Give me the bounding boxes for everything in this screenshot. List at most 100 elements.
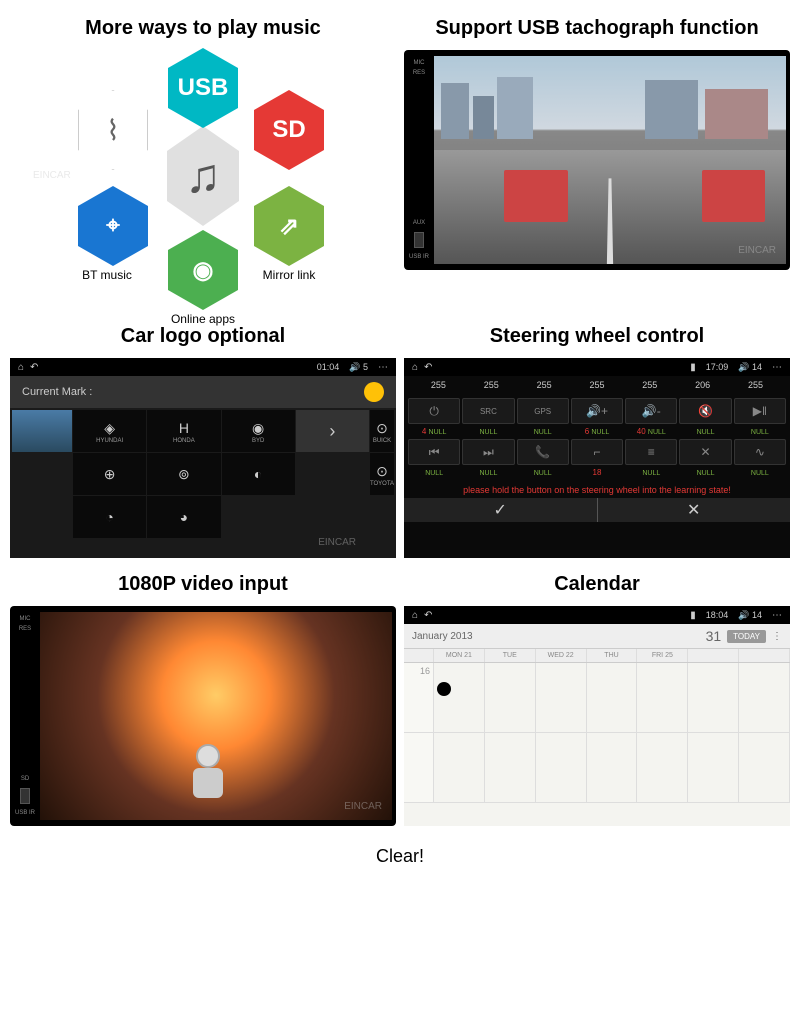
- calendar-cell[interactable]: [536, 733, 587, 803]
- logo-item[interactable]: ⊕: [73, 453, 146, 495]
- volume-icon: 🔊 14: [738, 610, 762, 621]
- calendar-day-header[interactable]: WED 22: [536, 649, 587, 662]
- carlogo-screen: ⌂ ↶ 01:04 🔊 5 ⋯ Current Mark : ◈HYUNDAI …: [10, 358, 396, 558]
- android-status-bar: ⌂ ↶ 01:04 🔊 5 ⋯: [10, 358, 396, 376]
- swc-src-button[interactable]: SRC: [462, 398, 514, 424]
- back-icon[interactable]: ↶: [424, 610, 432, 621]
- vehicle-icon: [702, 170, 765, 222]
- swc-next-button[interactable]: ⏭: [462, 439, 514, 465]
- back-icon[interactable]: ↶: [30, 362, 38, 373]
- music-icon-hexagons: ♫ USB SD ⇗ ◉ ⌖ ⌇ BT music Online apps Mi…: [23, 50, 383, 310]
- back-icon[interactable]: ↶: [424, 362, 432, 373]
- bezel-mic-label: MIC: [407, 58, 431, 68]
- calendar-cell[interactable]: [434, 663, 485, 733]
- calendar-month-label[interactable]: January 2013: [412, 631, 473, 642]
- swc-prev-button[interactable]: ⏮: [408, 439, 460, 465]
- swc-playpause-button[interactable]: ▶‖: [734, 398, 786, 424]
- logo-item[interactable]: ◔: [73, 496, 146, 538]
- swc-screen: ⌂ ↶ ▮ 17:09 🔊 14 ⋯ 255 255 255 255 255 2…: [404, 358, 790, 558]
- calendar-row: [404, 733, 790, 803]
- swc-voldown-button[interactable]: 🔊-: [625, 398, 677, 424]
- calendar-cell[interactable]: [739, 733, 790, 803]
- head-unit-bezel: MIC RES SD USB IR EINCAR: [10, 606, 396, 826]
- panel-music-title: More ways to play music: [85, 10, 321, 50]
- overflow-icon[interactable]: ⋯: [772, 362, 782, 373]
- calendar-cell[interactable]: [739, 663, 790, 733]
- panel-calendar: Calendar ⌂ ↶ ▮ 18:04 🔊 14 ⋯ January 2013…: [404, 566, 790, 826]
- logo-item[interactable]: ⊙BUICK: [370, 410, 394, 452]
- logo-item[interactable]: ⊙TOYOTA: [370, 453, 394, 495]
- calendar-cell[interactable]: [688, 733, 739, 803]
- swc-instruction-message: please hold the button on the steering w…: [404, 482, 790, 498]
- bezel-mic-label: MIC: [13, 614, 37, 624]
- home-icon[interactable]: ⌂: [412, 362, 418, 373]
- logo-preview-sidebar: [12, 410, 72, 452]
- logo-scroll-next[interactable]: ›: [296, 410, 369, 452]
- calendar-today-button[interactable]: TODAY: [727, 630, 766, 643]
- logo-item[interactable]: ◕: [147, 496, 220, 538]
- swc-fn1-button[interactable]: ✕: [679, 439, 731, 465]
- logo-item[interactable]: ⊚: [147, 453, 220, 495]
- calendar-day-header[interactable]: TUE: [485, 649, 536, 662]
- swc-power-button[interactable]: ⏻: [408, 398, 460, 424]
- watermark: EINCAR: [33, 170, 71, 181]
- calendar-day-header[interactable]: MON 21: [434, 649, 485, 662]
- sd-icon: ▮: [690, 362, 696, 373]
- calendar-day-header[interactable]: [688, 649, 739, 662]
- volume-icon: 🔊 14: [738, 362, 762, 373]
- panel-video: 1080P video input MIC RES SD USB IR EINC…: [10, 566, 396, 826]
- panel-music: More ways to play music ♫ USB SD ⇗ ◉ ⌖ ⌇…: [10, 10, 396, 310]
- calendar-cell[interactable]: [587, 663, 638, 733]
- calendar-cell[interactable]: [637, 733, 688, 803]
- calendar-cell[interactable]: [637, 663, 688, 733]
- footer-text: Clear!: [0, 836, 800, 877]
- calendar-day-header[interactable]: FRI 25: [637, 649, 688, 662]
- swc-cancel-button[interactable]: ✕: [598, 498, 791, 522]
- logo-item[interactable]: ◈HYUNDAI: [73, 410, 146, 452]
- calendar-week-number: 16: [404, 663, 434, 733]
- overflow-icon[interactable]: ⋯: [378, 362, 388, 373]
- swc-mute-button[interactable]: 🔇: [679, 398, 731, 424]
- logo-item[interactable]: ◐: [222, 453, 295, 495]
- online-apps-label: Online apps: [163, 312, 243, 326]
- calendar-cell[interactable]: [536, 663, 587, 733]
- bezel-res-label: RES: [13, 624, 37, 634]
- current-mark-bar: Current Mark :: [10, 376, 396, 408]
- calendar-day-header[interactable]: [739, 649, 790, 662]
- calendar-cell[interactable]: [485, 663, 536, 733]
- status-time: 01:04: [317, 362, 340, 372]
- swc-call-button[interactable]: 📞: [517, 439, 569, 465]
- calendar-cell[interactable]: [434, 733, 485, 803]
- calendar-row: 16: [404, 663, 790, 733]
- calendar-menu-icon[interactable]: ⋮: [772, 631, 782, 642]
- home-icon[interactable]: ⌂: [18, 362, 24, 373]
- swc-readout-row: 255 255 255 255 255 206 255: [404, 376, 790, 394]
- swc-eq-button[interactable]: ≡: [625, 439, 677, 465]
- bezel-side-labels: MIC RES SD USB IR: [13, 614, 37, 818]
- overflow-icon[interactable]: ⋯: [772, 610, 782, 621]
- status-time: 17:09: [706, 362, 729, 372]
- calendar-header: January 2013 31 TODAY ⋮: [404, 624, 790, 649]
- swc-readout: 255: [642, 380, 657, 390]
- calendar-weekday-row: MON 21 TUE WED 22 THU FRI 25: [404, 649, 790, 663]
- car-logo-grid: ◈HYUNDAI HHONDA ◉BYD › ⊙BUICK ⊕ ⊚ ◐ ⊙TOY…: [10, 408, 396, 540]
- swc-gps-button[interactable]: GPS: [517, 398, 569, 424]
- logo-item[interactable]: ◉BYD: [222, 410, 295, 452]
- head-unit-bezel: MIC RES AUX USB IR EINCAR: [404, 50, 790, 270]
- swc-readout: 255: [537, 380, 552, 390]
- swc-volup-button[interactable]: 🔊+: [571, 398, 623, 424]
- calendar-cell[interactable]: [587, 733, 638, 803]
- watermark: EINCAR: [344, 801, 382, 812]
- calendar-event-dot[interactable]: [437, 682, 451, 696]
- calendar-cell[interactable]: [688, 663, 739, 733]
- usb-icon: USB: [167, 52, 239, 124]
- calendar-cell[interactable]: [485, 733, 536, 803]
- logo-item[interactable]: HHONDA: [147, 410, 220, 452]
- swc-fn2-button[interactable]: ∿: [734, 439, 786, 465]
- calendar-day-header[interactable]: THU: [587, 649, 638, 662]
- home-icon[interactable]: ⌂: [412, 610, 418, 621]
- bezel-side-labels: MIC RES AUX USB IR: [407, 58, 431, 262]
- swc-confirm-bar: ✓ ✕: [404, 498, 790, 522]
- swc-hangup-button[interactable]: ⌐: [571, 439, 623, 465]
- swc-confirm-button[interactable]: ✓: [404, 498, 597, 522]
